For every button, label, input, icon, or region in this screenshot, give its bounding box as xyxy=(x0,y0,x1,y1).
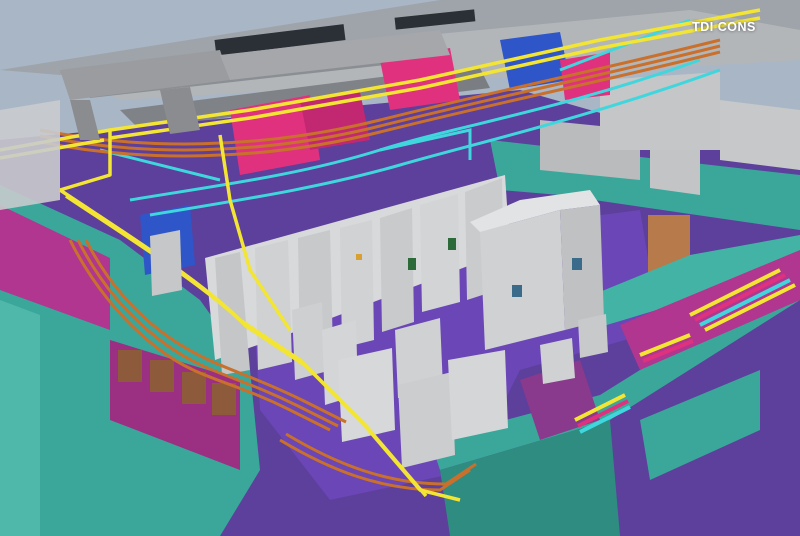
logo-mark-icon xyxy=(678,18,800,536)
brand-logo: TDI CONS xyxy=(678,18,770,88)
bim-electrical-room-render: TDI CONS xyxy=(0,0,800,536)
